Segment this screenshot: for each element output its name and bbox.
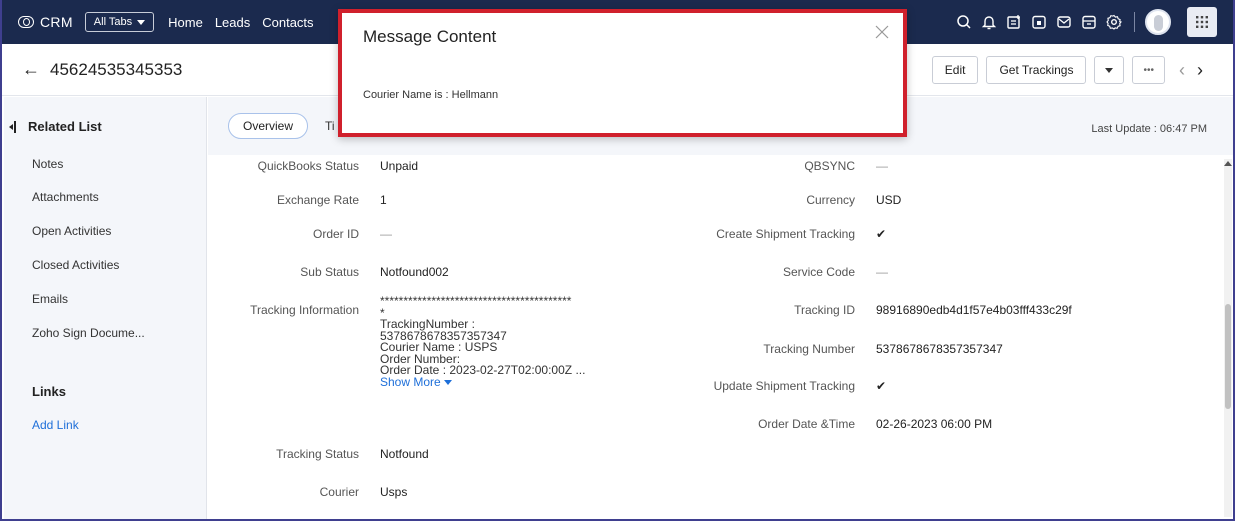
field-value[interactable]: Usps	[380, 485, 407, 499]
masked-text: ****************************************…	[380, 294, 572, 308]
check-icon[interactable]: ✔	[876, 379, 886, 393]
field-label: Exchange Rate	[276, 193, 359, 207]
tab-timeline[interactable]: Ti	[325, 119, 335, 133]
dialog-title: Message Content	[363, 27, 497, 46]
app-frame: CRM All Tabs Home Leads Contacts ← 45624…	[0, 0, 1235, 521]
field-label: Order ID	[312, 227, 359, 241]
close-icon[interactable]	[873, 23, 891, 41]
all-tabs-label: All Tabs	[93, 16, 133, 28]
field-value[interactable]: Notfound	[380, 447, 429, 461]
field-value[interactable]: Notfound002	[380, 265, 449, 279]
show-more-link[interactable]: Show More	[380, 374, 585, 389]
field-value[interactable]: USD	[876, 193, 901, 207]
scroll-up-icon[interactable]	[1224, 161, 1232, 166]
field-label: Order Date &Time	[758, 417, 855, 431]
collapse-icon	[9, 120, 16, 133]
field-label: Courier	[319, 485, 359, 499]
avatar[interactable]	[1145, 9, 1171, 35]
field-value[interactable]: 1	[380, 193, 387, 207]
get-trackings-button[interactable]: Get Trackings	[986, 56, 1087, 84]
show-more-label: Show More	[380, 374, 441, 389]
search-icon[interactable]	[956, 14, 972, 30]
scrollbar[interactable]	[1224, 159, 1232, 517]
field-label: Currency	[806, 193, 855, 207]
sidebar-item-emails[interactable]: Emails	[32, 292, 68, 306]
sidebar-item-attachments[interactable]: Attachments	[32, 190, 99, 204]
field-label: Tracking ID	[794, 303, 855, 317]
check-icon[interactable]: ✔	[876, 227, 886, 241]
sidebar-item-closed-activities[interactable]: Closed Activities	[32, 258, 119, 272]
chevron-down-icon	[1105, 67, 1114, 73]
back-arrow-icon[interactable]: ←	[22, 59, 40, 80]
scrollbar-thumb[interactable]	[1225, 304, 1231, 409]
record-main: Overview Ti Last Update : 06:47 PM Quick…	[208, 97, 1233, 519]
mail-icon[interactable]	[1056, 14, 1072, 30]
tracking-information-value[interactable]: ****************************************…	[380, 294, 585, 389]
links-heading: Links	[32, 384, 66, 399]
nav-link-home[interactable]: Home	[168, 15, 203, 30]
chevron-down-icon	[137, 19, 146, 25]
crm-logo[interactable]: CRM	[18, 14, 73, 30]
field-label: Update Shipment Tracking	[713, 379, 855, 393]
chevron-down-icon	[443, 379, 452, 385]
field-label: Service Code	[782, 265, 855, 279]
crm-logo-icon	[18, 16, 34, 28]
bell-icon[interactable]	[981, 14, 997, 30]
field-value[interactable]: —	[380, 227, 392, 241]
sidebar-item-open-activities[interactable]: Open Activities	[32, 224, 111, 238]
sidebar-item-notes[interactable]: Notes	[32, 157, 63, 171]
grid-icon	[1196, 16, 1208, 28]
add-record-icon[interactable]	[1006, 14, 1022, 30]
nav-link-leads[interactable]: Leads	[215, 15, 250, 30]
field-label: QuickBooks Status	[257, 159, 359, 173]
nav-link-contacts[interactable]: Contacts	[262, 15, 313, 30]
apps-grid-button[interactable]	[1187, 7, 1217, 37]
previous-record-icon[interactable]: ‹	[1179, 60, 1185, 81]
divider	[1134, 12, 1135, 32]
message-content-dialog: Message Content Courier Name is : Hellma…	[338, 9, 907, 137]
calendar-icon[interactable]	[1031, 14, 1047, 30]
top-nav-icons	[947, 0, 1217, 44]
related-list-heading-text: Related List	[28, 119, 102, 134]
field-value[interactable]: —	[876, 159, 888, 173]
field-label: QBSYNC	[804, 159, 855, 173]
last-update-text: Last Update : 06:47 PM	[1091, 123, 1207, 135]
field-label: Create Shipment Tracking	[716, 227, 855, 241]
marketplace-icon[interactable]	[1081, 14, 1097, 30]
record-title: 45624535345353	[50, 59, 183, 79]
add-link-button[interactable]: Add Link	[32, 418, 79, 432]
edit-button[interactable]: Edit	[931, 56, 979, 84]
field-label: Sub Status	[300, 265, 359, 279]
tab-overview[interactable]: Overview	[228, 113, 309, 139]
field-label: Tracking Number	[763, 342, 855, 356]
crm-logo-text: CRM	[40, 14, 73, 30]
record-details: QuickBooks Status Unpaid Exchange Rate 1…	[208, 155, 1233, 519]
related-list-sidebar: Related List Notes Attachments Open Acti…	[4, 97, 207, 519]
record-actions: Edit Get Trackings ••• ‹ ›	[924, 56, 1203, 84]
dialog-message: Courier Name is : Hellmann	[363, 89, 499, 101]
more-button[interactable]: •••	[1132, 56, 1165, 84]
field-label: Tracking Status	[276, 447, 359, 461]
related-list-heading[interactable]: Related List	[9, 119, 102, 134]
gear-icon[interactable]	[1106, 14, 1122, 30]
field-value[interactable]: 5378678678357357347	[876, 342, 1003, 356]
field-value[interactable]: Unpaid	[380, 159, 418, 173]
field-value[interactable]: 98916890edb4d1f57e4b03fff433c29f	[876, 303, 1072, 317]
field-value[interactable]: —	[876, 265, 888, 279]
get-trackings-dropdown-button[interactable]	[1094, 56, 1125, 84]
all-tabs-dropdown[interactable]: All Tabs	[84, 12, 155, 32]
next-record-icon[interactable]: ›	[1197, 60, 1203, 81]
field-value[interactable]: 02-26-2023 06:00 PM	[876, 417, 992, 431]
sidebar-item-zoho-sign[interactable]: Zoho Sign Docume...	[32, 326, 145, 340]
field-label: Tracking Information	[250, 303, 359, 317]
